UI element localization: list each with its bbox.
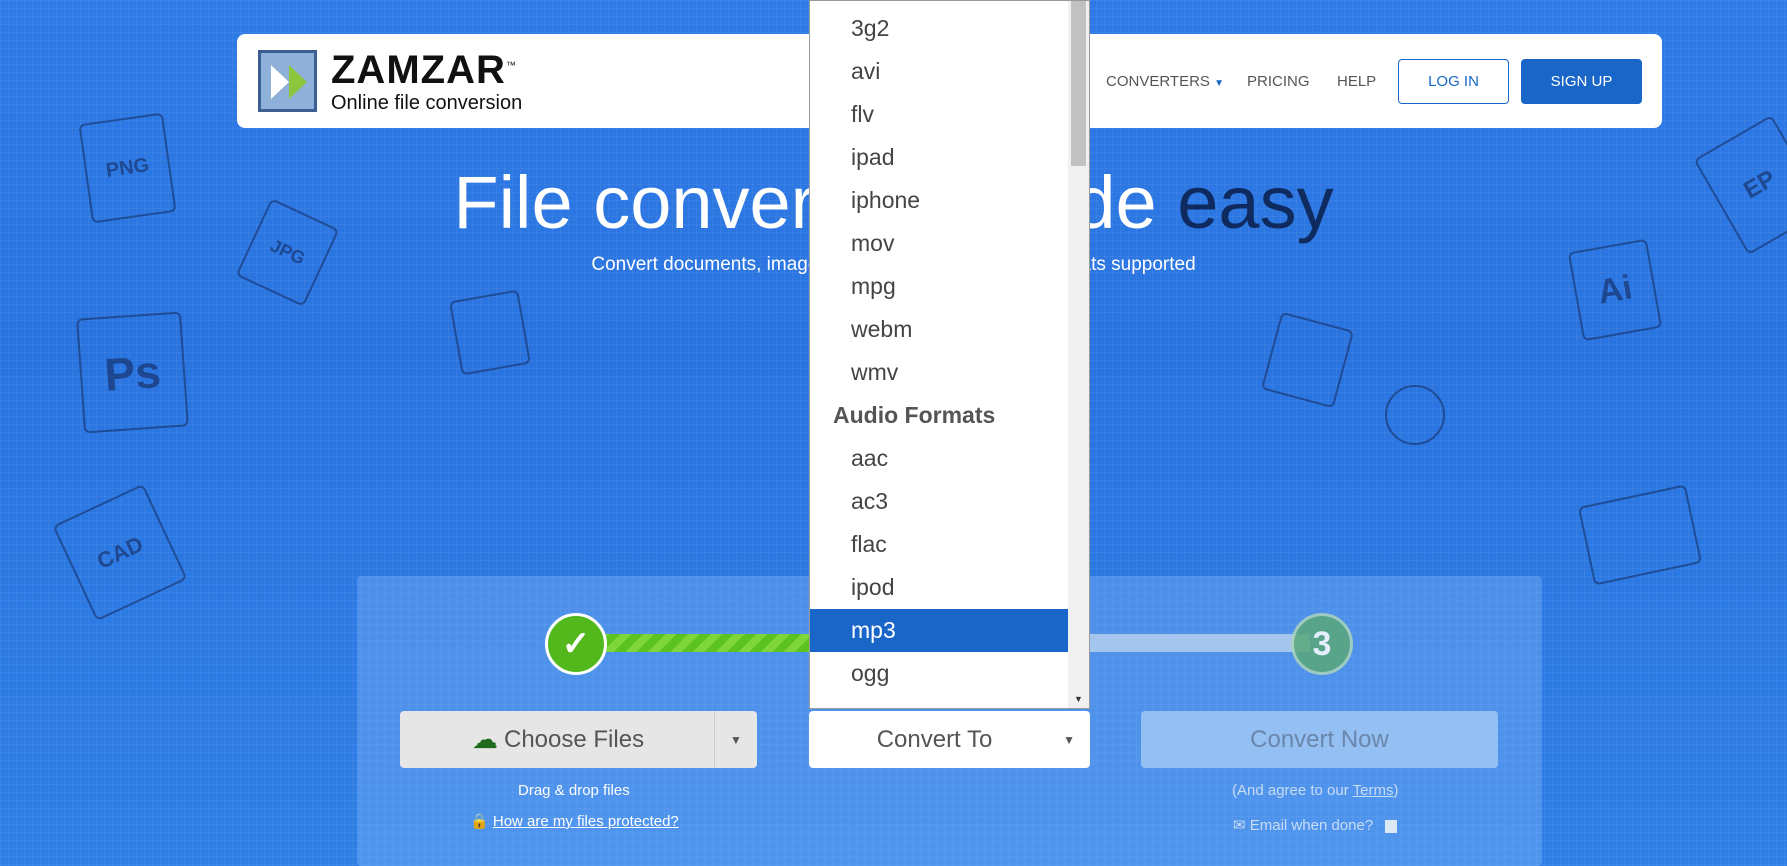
lock-icon: 🔒: [470, 813, 489, 830]
dropdown-scrollbar[interactable]: ▼: [1068, 1, 1089, 708]
step-1-complete: ✓: [545, 613, 607, 675]
email-when-done[interactable]: ✉ Email when done?: [1233, 816, 1398, 834]
progress-bar-pending: [1080, 634, 1310, 652]
format-option[interactable]: webm: [810, 308, 1069, 351]
photoshop-file-icon: Ps: [76, 311, 189, 434]
terms-link[interactable]: Terms: [1353, 782, 1394, 799]
progress-bar-complete: [600, 634, 840, 652]
envelope-icon: ✉: [1233, 817, 1246, 834]
format-option[interactable]: mov: [810, 222, 1069, 265]
format-option[interactable]: avi: [810, 50, 1069, 93]
format-option[interactable]: iphone: [810, 179, 1069, 222]
format-option[interactable]: wmv: [810, 351, 1069, 394]
nav-pricing[interactable]: PRICING: [1247, 73, 1310, 90]
nav-help[interactable]: HELP: [1337, 73, 1376, 90]
cloud-upload-icon: ☁: [472, 724, 498, 754]
signup-button[interactable]: SIGN UP: [1521, 59, 1642, 104]
zamzar-logo-icon[interactable]: [258, 50, 317, 112]
format-option[interactable]: mp3: [810, 609, 1069, 652]
drag-drop-hint: Drag & drop files: [518, 782, 630, 799]
format-dropdown-list[interactable]: 3g2 avi flv ipad iphone mov mpg webm wmv Audio Fo…: [809, 0, 1090, 709]
nav-converters[interactable]: CONVERTERS ▼: [1106, 73, 1224, 90]
scrollbar-thumb[interactable]: [1071, 1, 1086, 166]
format-option[interactable]: flv: [810, 93, 1069, 136]
brand-name[interactable]: ZAMZAR™: [331, 48, 517, 93]
option-group-label: Audio Formats: [833, 402, 996, 428]
caret-down-icon: ▼: [1214, 78, 1224, 89]
login-button[interactable]: LOG IN: [1398, 59, 1509, 104]
files-protected-link[interactable]: 🔒 How are my files protected?: [470, 812, 679, 830]
convert-now-button[interactable]: Convert Now: [1141, 711, 1498, 768]
scroll-down-arrow-icon[interactable]: ▼: [1074, 694, 1083, 704]
format-option[interactable]: mpg: [810, 265, 1069, 308]
format-option[interactable]: flac: [810, 523, 1069, 566]
format-option[interactable]: aac: [810, 437, 1069, 480]
format-option[interactable]: ipad: [810, 136, 1069, 179]
choose-files-menu-toggle[interactable]: ▼: [714, 711, 757, 768]
format-option[interactable]: ipod: [810, 566, 1069, 609]
convert-to-select[interactable]: Convert To ▼: [809, 711, 1090, 768]
format-option[interactable]: ac3: [810, 480, 1069, 523]
choose-files-button[interactable]: ☁ Choose Files ▼: [400, 711, 757, 768]
email-checkbox[interactable]: [1385, 819, 1398, 833]
step-3: 3: [1291, 613, 1353, 675]
play-icon: [1385, 385, 1445, 445]
format-option[interactable]: wav: [810, 695, 1069, 708]
brand-tagline: Online file conversion: [331, 92, 523, 114]
format-option[interactable]: ogg: [810, 652, 1069, 695]
caret-down-icon: ▼: [1063, 732, 1075, 747]
refresh-icon: [449, 289, 531, 376]
terms-notice: (And agree to our Terms): [1232, 782, 1399, 799]
format-option[interactable]: 3g2: [810, 7, 1069, 50]
